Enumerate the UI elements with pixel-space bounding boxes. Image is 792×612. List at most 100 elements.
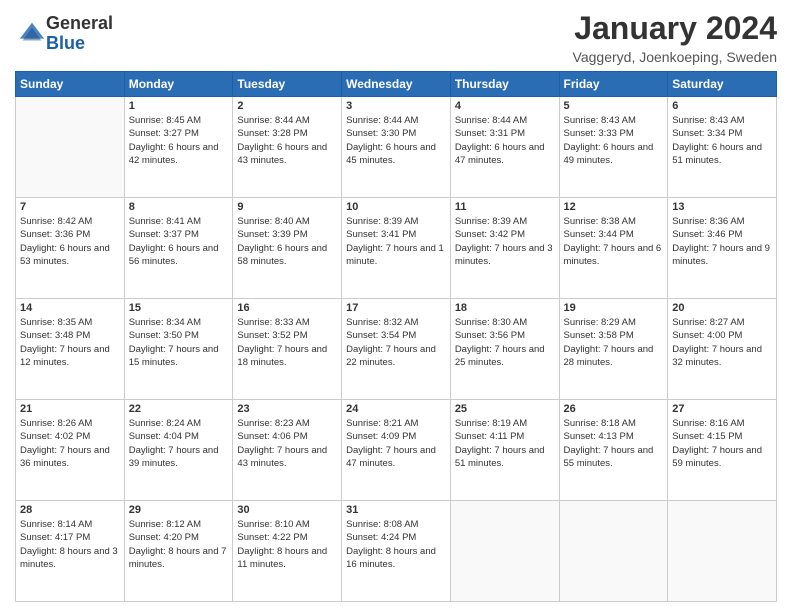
day-number: 4 <box>455 100 555 112</box>
day-number: 9 <box>237 201 337 213</box>
calendar-week-3: 21 Sunrise: 8:26 AMSunset: 4:02 PMDayligh… <box>16 400 777 501</box>
day-number: 16 <box>237 302 337 314</box>
day-info: Sunrise: 8:35 AMSunset: 3:48 PMDaylight:… <box>20 316 120 369</box>
table-row: 26Sunrise: 8:18 AMSunset: 4:13 PMDayligh… <box>559 400 668 501</box>
day-number: 3 <box>346 100 446 112</box>
calendar-week-0: 1 Sunrise: 8:45 AMSunset: 3:27 PMDaylight… <box>16 97 777 198</box>
header-row: Sunday Monday Tuesday Wednesday Thursday… <box>16 72 777 97</box>
day-info: Sunrise: 8:23 AMSunset: 4:06 PMDaylight:… <box>237 417 337 470</box>
table-row: 27Sunrise: 8:16 AMSunset: 4:15 PMDayligh… <box>668 400 777 501</box>
calendar-week-1: 7Sunrise: 8:42 AMSunset: 3:36 PMDaylight… <box>16 198 777 299</box>
table-row: 18 Sunrise: 8:30 AMSunset: 3:56 PMDayligh… <box>450 299 559 400</box>
logo-general-text: General <box>46 14 113 34</box>
day-number: 28 <box>20 504 120 516</box>
table-row: 1 Sunrise: 8:45 AMSunset: 3:27 PMDaylight… <box>124 97 233 198</box>
table-row: 7Sunrise: 8:42 AMSunset: 3:36 PMDaylight… <box>16 198 125 299</box>
day-number: 24 <box>346 403 446 415</box>
table-row <box>559 501 668 602</box>
day-info: Sunrise: 8:29 AMSunset: 3:58 PMDaylight:… <box>564 316 664 369</box>
day-info: Sunrise: 8:16 AMSunset: 4:15 PMDaylight:… <box>672 417 772 470</box>
day-number: 12 <box>564 201 664 213</box>
day-info: Sunrise: 8:36 AMSunset: 3:46 PMDaylight:… <box>672 215 772 268</box>
table-row: 4Sunrise: 8:44 AMSunset: 3:31 PMDaylight… <box>450 97 559 198</box>
col-tuesday: Tuesday <box>233 72 342 97</box>
table-row: 11Sunrise: 8:39 AMSunset: 3:42 PMDayligh… <box>450 198 559 299</box>
table-row: 13Sunrise: 8:36 AMSunset: 3:46 PMDayligh… <box>668 198 777 299</box>
day-info: Sunrise: 8:42 AMSunset: 3:36 PMDaylight:… <box>20 215 120 268</box>
table-row: 23 Sunrise: 8:23 AMSunset: 4:06 PMDayligh… <box>233 400 342 501</box>
day-info: Sunrise: 8:30 AMSunset: 3:56 PMDaylight:… <box>455 316 555 369</box>
calendar-body: 1 Sunrise: 8:45 AMSunset: 3:27 PMDaylight… <box>16 97 777 602</box>
day-number: 23 <box>237 403 337 415</box>
day-info: Sunrise: 8:41 AMSunset: 3:37 PMDaylight:… <box>129 215 229 268</box>
day-number: 1 <box>129 100 229 112</box>
day-number: 15 <box>129 302 229 314</box>
day-info: Sunrise: 8:45 AMSunset: 3:27 PMDaylight:… <box>129 114 229 167</box>
day-number: 29 <box>129 504 229 516</box>
day-info: Sunrise: 8:34 AMSunset: 3:50 PMDaylight:… <box>129 316 229 369</box>
day-number: 5 <box>564 100 664 112</box>
table-row <box>450 501 559 602</box>
day-info: Sunrise: 8:18 AMSunset: 4:13 PMDaylight:… <box>564 417 664 470</box>
logo: General Blue <box>15 14 113 54</box>
day-info: Sunrise: 8:26 AMSunset: 4:02 PMDaylight:… <box>20 417 120 470</box>
table-row: 16Sunrise: 8:33 AMSunset: 3:52 PMDayligh… <box>233 299 342 400</box>
table-row: 15 Sunrise: 8:34 AMSunset: 3:50 PMDayligh… <box>124 299 233 400</box>
table-row: 3 Sunrise: 8:44 AMSunset: 3:30 PMDaylight… <box>342 97 451 198</box>
day-number: 21 <box>20 403 120 415</box>
day-number: 31 <box>346 504 446 516</box>
table-row: 30 Sunrise: 8:10 AMSunset: 4:22 PMDayligh… <box>233 501 342 602</box>
day-info: Sunrise: 8:44 AMSunset: 3:30 PMDaylight:… <box>346 114 446 167</box>
day-number: 25 <box>455 403 555 415</box>
table-row: 25 Sunrise: 8:19 AMSunset: 4:11 PMDayligh… <box>450 400 559 501</box>
day-info: Sunrise: 8:43 AMSunset: 3:34 PMDaylight:… <box>672 114 772 167</box>
table-row: 24 Sunrise: 8:21 AMSunset: 4:09 PMDayligh… <box>342 400 451 501</box>
calendar-week-2: 14 Sunrise: 8:35 AMSunset: 3:48 PMDayligh… <box>16 299 777 400</box>
day-info: Sunrise: 8:32 AMSunset: 3:54 PMDaylight:… <box>346 316 446 369</box>
day-info: Sunrise: 8:44 AMSunset: 3:28 PMDaylight:… <box>237 114 337 167</box>
day-number: 14 <box>20 302 120 314</box>
table-row: 9Sunrise: 8:40 AMSunset: 3:39 PMDaylight… <box>233 198 342 299</box>
header: General Blue January 2024 Vaggeryd, Joen… <box>15 10 777 65</box>
day-number: 20 <box>672 302 772 314</box>
day-info: Sunrise: 8:19 AMSunset: 4:11 PMDaylight:… <box>455 417 555 470</box>
col-monday: Monday <box>124 72 233 97</box>
col-thursday: Thursday <box>450 72 559 97</box>
table-row <box>668 501 777 602</box>
calendar-header: Sunday Monday Tuesday Wednesday Thursday… <box>16 72 777 97</box>
table-row: 20Sunrise: 8:27 AMSunset: 4:00 PMDayligh… <box>668 299 777 400</box>
table-row: 6 Sunrise: 8:43 AMSunset: 3:34 PMDaylight… <box>668 97 777 198</box>
day-number: 8 <box>129 201 229 213</box>
day-number: 17 <box>346 302 446 314</box>
calendar-week-4: 28Sunrise: 8:14 AMSunset: 4:17 PMDayligh… <box>16 501 777 602</box>
day-info: Sunrise: 8:38 AMSunset: 3:44 PMDaylight:… <box>564 215 664 268</box>
logo-icon <box>18 20 46 48</box>
subtitle: Vaggeryd, Joenkoeping, Sweden <box>573 49 777 65</box>
col-wednesday: Wednesday <box>342 72 451 97</box>
day-number: 19 <box>564 302 664 314</box>
day-info: Sunrise: 8:21 AMSunset: 4:09 PMDaylight:… <box>346 417 446 470</box>
page: General Blue January 2024 Vaggeryd, Joen… <box>0 0 792 612</box>
table-row: 22 Sunrise: 8:24 AMSunset: 4:04 PMDayligh… <box>124 400 233 501</box>
calendar-table: Sunday Monday Tuesday Wednesday Thursday… <box>15 71 777 602</box>
day-info: Sunrise: 8:24 AMSunset: 4:04 PMDaylight:… <box>129 417 229 470</box>
day-number: 22 <box>129 403 229 415</box>
table-row: 5Sunrise: 8:43 AMSunset: 3:33 PMDaylight… <box>559 97 668 198</box>
table-row: 14 Sunrise: 8:35 AMSunset: 3:48 PMDayligh… <box>16 299 125 400</box>
day-number: 30 <box>237 504 337 516</box>
table-row: 17 Sunrise: 8:32 AMSunset: 3:54 PMDayligh… <box>342 299 451 400</box>
day-info: Sunrise: 8:08 AMSunset: 4:24 PMDaylight:… <box>346 518 446 571</box>
table-row: 28Sunrise: 8:14 AMSunset: 4:17 PMDayligh… <box>16 501 125 602</box>
day-info: Sunrise: 8:39 AMSunset: 3:41 PMDaylight:… <box>346 215 446 268</box>
col-sunday: Sunday <box>16 72 125 97</box>
logo-blue-text: Blue <box>46 34 113 54</box>
day-number: 18 <box>455 302 555 314</box>
table-row: 10Sunrise: 8:39 AMSunset: 3:41 PMDayligh… <box>342 198 451 299</box>
table-row <box>16 97 125 198</box>
col-friday: Friday <box>559 72 668 97</box>
day-number: 2 <box>237 100 337 112</box>
table-row: 21 Sunrise: 8:26 AMSunset: 4:02 PMDayligh… <box>16 400 125 501</box>
day-info: Sunrise: 8:10 AMSunset: 4:22 PMDaylight:… <box>237 518 337 571</box>
title-block: January 2024 Vaggeryd, Joenkoeping, Swed… <box>573 10 777 65</box>
day-number: 6 <box>672 100 772 112</box>
